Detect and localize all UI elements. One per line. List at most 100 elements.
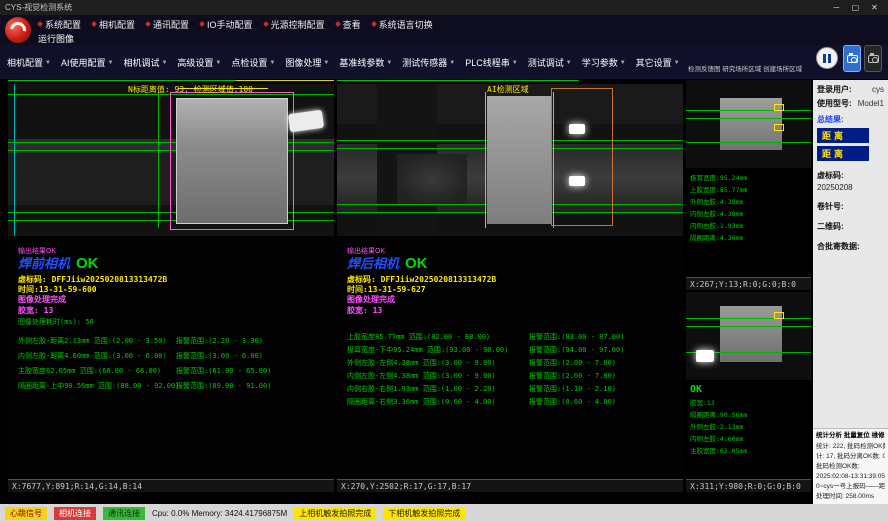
menu-item-language-switch[interactable]: 系统语言切换 bbox=[372, 18, 433, 31]
model-value[interactable]: Model1 bbox=[858, 99, 884, 108]
result-box-2: 距离 bbox=[817, 146, 869, 161]
tool-camera-config[interactable]: 相机配置▼ bbox=[7, 56, 51, 69]
diamond-icon bbox=[37, 21, 43, 27]
tool-plc-thread[interactable]: PLC线程串▼ bbox=[465, 56, 517, 69]
chevron-down-icon: ▼ bbox=[620, 60, 626, 66]
tool-label: PLC线程串 bbox=[465, 56, 510, 69]
overlay-line bbox=[686, 118, 811, 119]
model-label: 使用型号: bbox=[817, 98, 852, 109]
minimize-button[interactable]: ─ bbox=[828, 2, 845, 14]
camera-connection-badge: 相机连接 bbox=[54, 507, 96, 520]
pixel-coordinates: X:267;Y:13;R:0;G:0;B:0 bbox=[686, 277, 811, 290]
camera-result-line: 焊后相机 OK bbox=[347, 253, 428, 272]
preview-line: 隔圈距离:4.36mm bbox=[690, 232, 747, 242]
menu-label: 系统语言切换 bbox=[379, 18, 433, 31]
login-user-label: 登录用户: bbox=[817, 84, 852, 95]
preview-line: 上胶宽度:85.77mm bbox=[690, 184, 747, 194]
tool-label: 相机调试 bbox=[123, 56, 159, 69]
tool-label: 图像处理 bbox=[285, 56, 321, 69]
tool-image-process[interactable]: 图像处理▼ bbox=[285, 56, 329, 69]
camera-view-post-weld[interactable]: AI检测区域 输出结果OK 焊后相机 OK 虚标码: DFFJiiw202502… bbox=[337, 80, 683, 492]
measurement-row: 隔圈距离-右侧3.36mm 范围:(0.60 - 4.00) bbox=[347, 397, 496, 407]
menu-label: 通讯配置 bbox=[153, 18, 189, 31]
process-status: 图像处理完成 bbox=[18, 294, 66, 305]
chevron-down-icon: ▼ bbox=[449, 60, 455, 66]
preview-panel-1[interactable]: 极耳宽度:95.24mm 上胶宽度:85.77mm 外侧左胶:4.38mm 内侧… bbox=[686, 80, 811, 290]
weld-highlight bbox=[569, 176, 585, 186]
pixel-coordinates: X:270,Y:2502;R:17,G:17,B:17 bbox=[337, 479, 683, 492]
preview-image-2 bbox=[686, 292, 811, 380]
preview-measurements: OK 胶宽:13 隔圈距离:90.56mm 外侧左胶:2.13mm 内侧左胶:4… bbox=[690, 384, 747, 455]
statistics-line: 处理时间: 258.00ms bbox=[816, 492, 885, 502]
alarm-range: 报警范围:(0.60 - 4.00) bbox=[529, 397, 616, 407]
overlay-line bbox=[337, 80, 579, 81]
upper-camera-trigger-message: 上相机触发拍照完成 bbox=[294, 507, 376, 520]
measurement-row: 外侧左胶-左侧4.38mm 范围:(3.00 - 9.00) bbox=[347, 358, 496, 368]
preview-line: 隔圈距离:90.56mm bbox=[690, 409, 747, 419]
menu-item-light-control-config[interactable]: 光源控制配置 bbox=[264, 18, 325, 31]
tool-label: 基准线参数 bbox=[339, 56, 384, 69]
menu-item-camera-config[interactable]: 相机配置 bbox=[92, 18, 135, 31]
batch-label: 合批寄数据: bbox=[817, 241, 884, 252]
chevron-down-icon: ▼ bbox=[45, 60, 51, 66]
statistics-header[interactable]: 统计分析 批量复位 维修复位 bbox=[816, 431, 885, 441]
alarm-range: 报警范围:(2.00 - 7.00) bbox=[529, 371, 616, 381]
camera-view-pre-weld[interactable]: N标距离值: 93. 检测区域值:100 输出结果OK 焊前相机 OK 虚标码:… bbox=[8, 80, 334, 492]
login-row: 登录用户: cys bbox=[817, 84, 884, 95]
overlay-line bbox=[686, 142, 811, 143]
barcode-label: 虚标码: bbox=[817, 170, 884, 181]
menu-label: 查看 bbox=[343, 18, 361, 31]
lower-camera-button[interactable] bbox=[864, 45, 882, 72]
toolbar: 相机配置▼ AI使用配置▼ 相机调试▼ 高级设置▼ 点检设置▼ 图像处理▼ 基准… bbox=[0, 45, 888, 79]
menu-item-io-manual-config[interactable]: IO手动配置 bbox=[200, 18, 253, 31]
menu-item-comm-config[interactable]: 通讯配置 bbox=[146, 18, 189, 31]
result-box-1: 距离 bbox=[817, 128, 869, 143]
chevron-down-icon: ▼ bbox=[107, 60, 113, 66]
right-sidebar: 登录用户: cys 使用型号: Model1 总结果: 距离 距离 虚标码: 2… bbox=[813, 80, 888, 504]
tool-advanced-settings[interactable]: 高级设置▼ bbox=[177, 56, 221, 69]
overlay-line bbox=[686, 110, 811, 111]
tool-other-settings[interactable]: 其它设置▼ bbox=[636, 56, 680, 69]
statistics-line: 统计: 222, 批码检测OK数: bbox=[816, 442, 885, 452]
tool-baseline-params[interactable]: 基准线参数▼ bbox=[339, 56, 392, 69]
menu-item-system-config[interactable]: 系统配置 bbox=[38, 18, 81, 31]
pixel-coordinates: X:7677,Y:891;R:14,G:14,B:14 bbox=[8, 479, 334, 492]
measurement-row: 隔圈距离-上中90.56mm 范围:(88.00 - 92.00) bbox=[18, 381, 179, 391]
menu-label: 光源控制配置 bbox=[271, 18, 325, 31]
tool-test-sensor[interactable]: 测试传感器▼ bbox=[402, 56, 455, 69]
preview-line: 主胶宽度:62.05mm bbox=[690, 445, 747, 455]
camera-name: 焊前相机 bbox=[18, 253, 70, 272]
tool-test-debug[interactable]: 测试调试▼ bbox=[528, 56, 572, 69]
result-badge: OK bbox=[76, 255, 99, 272]
window-title: CYS-视觉检测系统 bbox=[5, 2, 72, 13]
tool-learn-params[interactable]: 学习参数▼ bbox=[582, 56, 626, 69]
tool-label: 测试调试 bbox=[528, 56, 564, 69]
model-row: 使用型号: Model1 bbox=[817, 98, 884, 109]
alarm-range: 报警范围:(2.00 - 7.00) bbox=[529, 358, 616, 368]
camera-image-pre-weld: N标距离值: 93. 检测区域值:100 bbox=[8, 84, 334, 236]
workpiece-block bbox=[720, 306, 782, 362]
statistics-line: 批码检测OK数: bbox=[816, 462, 885, 472]
login-user-value: cys bbox=[872, 85, 884, 94]
chevron-down-icon: ▼ bbox=[215, 60, 221, 66]
tool-ai-config[interactable]: AI使用配置▼ bbox=[61, 56, 113, 69]
overlay-label: AI检测区域 bbox=[487, 84, 529, 95]
tool-label: 点检设置 bbox=[231, 56, 267, 69]
measurement-row: 内侧右胶-右侧1.93mm 范围:(1.00 - 2.20) bbox=[347, 384, 496, 394]
machine-plate bbox=[397, 154, 467, 204]
tool-camera-debug[interactable]: 相机调试▼ bbox=[123, 56, 167, 69]
total-result-label: 总结果: bbox=[817, 114, 884, 125]
camera-icon bbox=[868, 55, 879, 63]
measurement-row: 极耳宽度-下中95.24mm 范围:(93.00 - 98.00) bbox=[347, 345, 508, 355]
tool-spot-check[interactable]: 点检设置▼ bbox=[231, 56, 275, 69]
pause-button[interactable] bbox=[816, 47, 838, 69]
chevron-down-icon: ▼ bbox=[161, 60, 167, 66]
camera-result-line: 焊前相机 OK bbox=[18, 253, 99, 272]
tab-run-image[interactable]: 运行图像 bbox=[38, 32, 74, 45]
menu-item-view[interactable]: 查看 bbox=[336, 18, 361, 31]
maximize-button[interactable]: ▢ bbox=[847, 2, 864, 14]
upper-camera-button[interactable] bbox=[843, 45, 861, 72]
close-button[interactable]: ✕ bbox=[866, 2, 883, 14]
preview-panel-2[interactable]: OK 胶宽:13 隔圈距离:90.56mm 外侧左胶:2.13mm 内侧左胶:4… bbox=[686, 292, 811, 492]
menu-label: 系统配置 bbox=[45, 18, 81, 31]
